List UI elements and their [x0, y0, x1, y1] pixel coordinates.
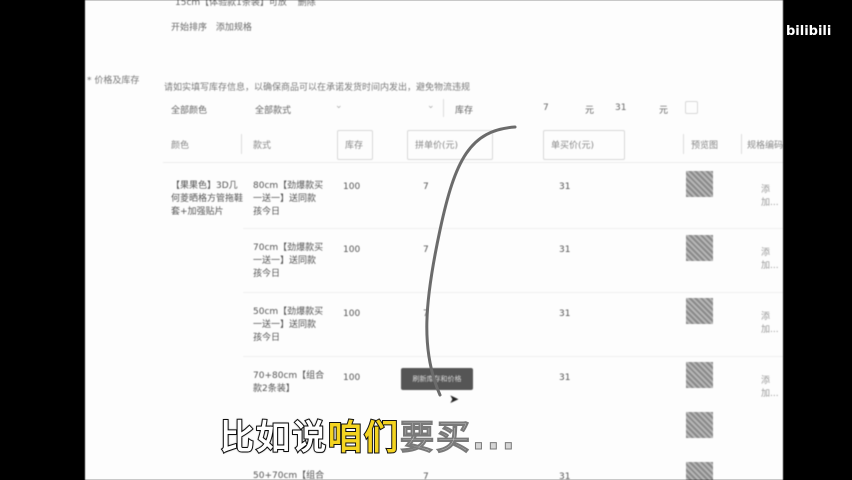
- bilibili-logo: bilibili: [786, 24, 832, 39]
- subtitle-part-white: 比如说: [219, 417, 328, 459]
- annotation-arrow: [425, 125, 517, 397]
- subtitle-part-faded: 要买...: [400, 418, 517, 459]
- subtitle-part-yellow: 咱们: [327, 417, 400, 459]
- video-subtitle: 比如说咱们要买...: [219, 410, 517, 459]
